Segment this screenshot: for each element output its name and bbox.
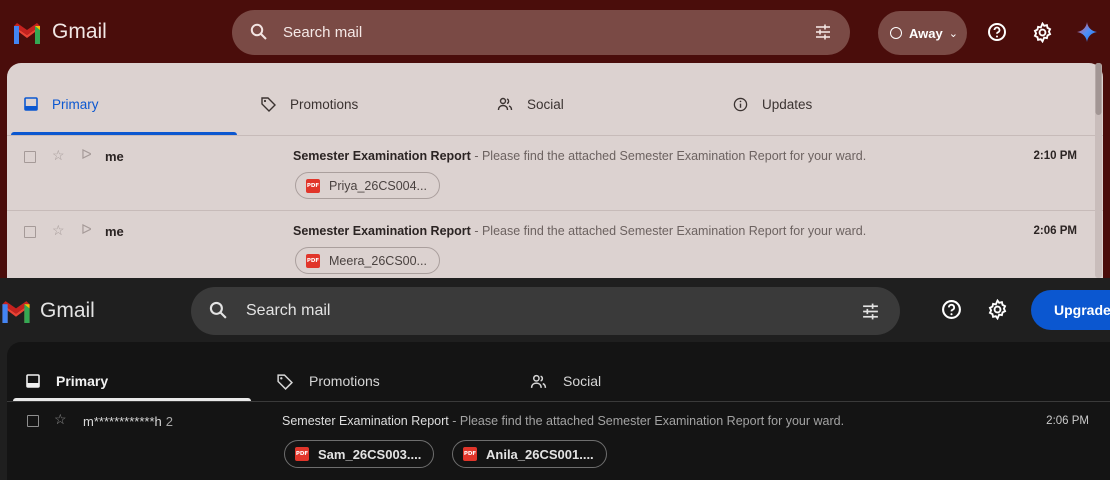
tab-primary[interactable]: Primary <box>24 89 99 119</box>
attachment-chip[interactable]: PDF Anila_26CS001.... <box>452 440 607 468</box>
tab-updates[interactable]: Updates <box>733 89 812 119</box>
sender-name: me <box>105 224 124 239</box>
row-checkbox[interactable] <box>24 226 36 238</box>
help-icon[interactable] <box>941 299 962 320</box>
people-icon <box>530 374 547 388</box>
pdf-icon: PDF <box>463 447 477 461</box>
email-list-panel: Primary Promotions Social ☆ m***********… <box>7 342 1110 480</box>
email-time: 2:06 PM <box>1033 225 1077 237</box>
info-icon <box>733 97 748 111</box>
tab-label: Primary <box>52 96 99 112</box>
app-name: Gmail <box>52 20 107 43</box>
tab-social[interactable]: Social <box>497 89 564 119</box>
attachment-chip[interactable]: PDF Meera_26CS00... <box>295 247 440 274</box>
tab-label: Promotions <box>309 373 380 389</box>
inbox-icon <box>24 97 38 111</box>
tab-label: Promotions <box>290 96 359 112</box>
star-icon[interactable]: ☆ <box>52 147 65 164</box>
bottom-screenshot: Gmail Search mail Upgrade Primary Promot… <box>0 278 1110 480</box>
gear-icon[interactable] <box>1032 22 1053 43</box>
tab-label: Social <box>527 96 564 112</box>
email-subject: Semester Examination Report - Please fin… <box>293 224 866 238</box>
attachment-name: Priya_26CS004... <box>329 178 427 193</box>
importance-marker-icon[interactable]: ᐅ <box>81 221 92 238</box>
attachment-chip[interactable]: PDF Priya_26CS004... <box>295 172 440 199</box>
email-time: 2:10 PM <box>1033 150 1077 162</box>
gmail-m-icon <box>14 22 40 44</box>
search-input[interactable]: Search mail <box>246 302 330 320</box>
table-row[interactable]: ☆ ᐅ me Semester Examination Report - Ple… <box>7 211 1103 278</box>
gmail-m-icon <box>2 301 30 323</box>
status-dot-icon <box>890 27 902 39</box>
tag-icon <box>277 373 293 390</box>
attachment-name: Anila_26CS001.... <box>486 446 594 462</box>
tab-label: Updates <box>762 96 813 112</box>
email-snippet: - Please find the attached Semester Exam… <box>470 224 867 238</box>
star-icon[interactable]: ☆ <box>54 411 67 428</box>
gear-icon[interactable] <box>987 299 1008 320</box>
tab-promotions[interactable]: Promotions <box>260 89 358 119</box>
tab-primary[interactable]: Primary <box>26 366 108 396</box>
star-icon[interactable]: ☆ <box>52 222 65 239</box>
row-checkbox[interactable] <box>24 151 36 163</box>
pdf-icon: PDF <box>306 253 320 268</box>
sparkle-icon[interactable] <box>1077 22 1097 42</box>
thread-count: 2 <box>165 414 174 429</box>
search-input[interactable]: Search mail <box>283 24 362 41</box>
email-time: 2:06 PM <box>1046 415 1089 427</box>
tag-icon <box>261 97 276 112</box>
search-icon[interactable] <box>209 301 228 320</box>
gmail-logo[interactable]: Gmail <box>12 20 107 44</box>
attachment-chip[interactable]: PDF Sam_26CS003.... <box>284 440 435 468</box>
table-row[interactable]: ☆ m************h 2 Semester Examination R… <box>7 402 1110 480</box>
subject-text: Semester Examination Report <box>293 149 471 163</box>
people-icon <box>497 97 513 111</box>
email-snippet: - Please find the attached Semester Exam… <box>448 414 845 428</box>
email-subject: Semester Examination Report - Please fin… <box>282 414 844 428</box>
tab-social[interactable]: Social <box>530 366 601 396</box>
inbox-icon <box>26 374 40 388</box>
gmail-logo[interactable]: Gmail <box>0 299 95 323</box>
table-row[interactable]: ☆ ᐅ me Semester Examination Report - Ple… <box>7 136 1103 211</box>
email-subject: Semester Examination Report - Please fin… <box>293 149 866 163</box>
tab-promotions[interactable]: Promotions <box>276 366 380 396</box>
email-snippet: - Please find the attached Semester Exam… <box>470 149 867 163</box>
attachment-name: Sam_26CS003.... <box>318 446 422 462</box>
top-screenshot: Gmail Search mail Away ⌄ Primary Promoti… <box>0 0 1110 278</box>
tab-label: Primary <box>56 373 109 389</box>
subject-text: Semester Examination Report <box>293 224 471 238</box>
search-icon[interactable] <box>250 23 268 41</box>
category-tabs: Primary Promotions Social Updates <box>7 63 1103 136</box>
chevron-down-icon: ⌄ <box>948 27 958 40</box>
attachment-name: Meera_26CS00... <box>329 253 427 268</box>
subject-text: Semester Examination Report <box>282 414 449 428</box>
pdf-icon: PDF <box>295 447 309 461</box>
email-list-panel: Primary Promotions Social Updates ☆ ᐅ me… <box>7 63 1103 278</box>
tune-icon[interactable] <box>814 23 832 41</box>
status-label: Away <box>909 25 943 41</box>
search-bar[interactable]: Search mail <box>232 10 850 55</box>
upgrade-button[interactable]: Upgrade <box>1031 290 1110 330</box>
importance-marker-icon[interactable]: ᐅ <box>81 146 92 163</box>
tab-label: Social <box>563 373 602 389</box>
tune-icon[interactable] <box>861 302 880 321</box>
scrollbar[interactable] <box>1095 63 1102 278</box>
pdf-icon: PDF <box>306 178 320 193</box>
help-icon[interactable] <box>987 22 1007 42</box>
sender-name: m************h 2 <box>83 414 173 429</box>
sender-name: me <box>105 149 124 164</box>
row-checkbox[interactable] <box>27 415 39 427</box>
status-button[interactable]: Away ⌄ <box>878 11 967 55</box>
app-name: Gmail <box>40 299 95 322</box>
search-bar[interactable]: Search mail <box>191 287 900 335</box>
sender-text: m************h <box>83 414 162 429</box>
